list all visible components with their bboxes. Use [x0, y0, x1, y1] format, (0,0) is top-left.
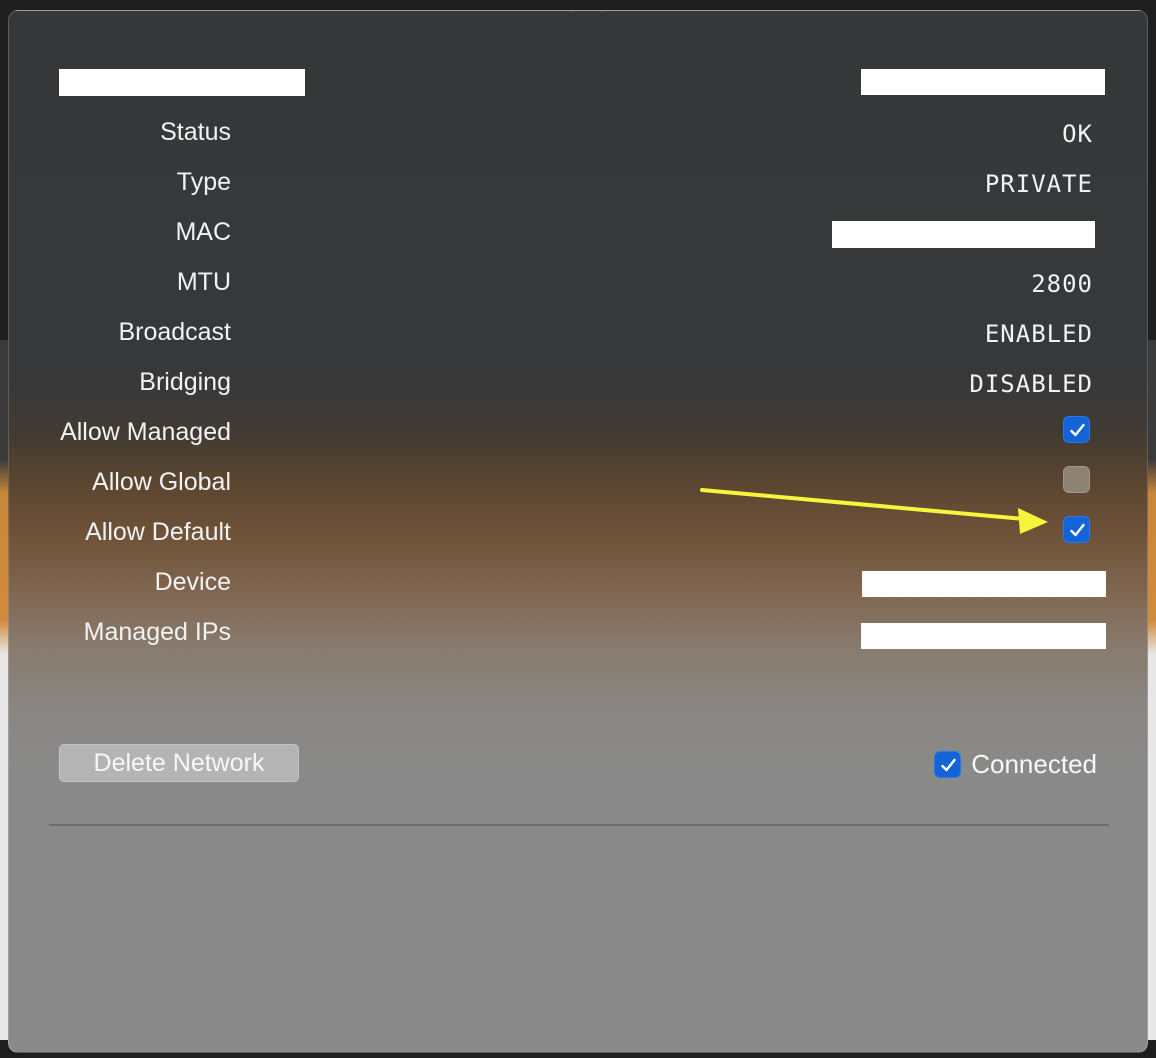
label-bridging: Bridging [139, 368, 231, 396]
allow-managed-checkbox[interactable] [1063, 416, 1090, 443]
connected-checkbox[interactable] [934, 750, 962, 778]
checkmark-icon [1070, 423, 1085, 437]
value-mtu: 2800 [1031, 270, 1093, 298]
connected-label: Connected [971, 749, 1097, 779]
label-status: Status [160, 118, 231, 146]
label-type: Type [176, 168, 231, 196]
checkmark-icon [941, 758, 956, 771]
label-managed-ips: Managed IPs [83, 618, 231, 646]
label-allow-default: Allow Default [85, 518, 231, 546]
redacted-managed-ips [861, 623, 1106, 649]
checkmark-icon [1070, 523, 1085, 537]
allow-global-checkbox[interactable] [1063, 466, 1090, 493]
value-type: PRIVATE [984, 170, 1093, 198]
value-broadcast: ENABLED [984, 320, 1093, 348]
redacted-device-name [862, 571, 1106, 597]
allow-default-checkbox[interactable] [1063, 516, 1090, 543]
redacted-network-name [59, 69, 305, 96]
bottom-divider [49, 824, 1109, 826]
value-bridging: DISABLED [969, 370, 1093, 398]
label-allow-global: Allow Global [92, 468, 231, 496]
popover-pointer [569, 11, 605, 12]
delete-network-button[interactable]: Delete Network [59, 744, 299, 782]
redacted-mac-address [832, 221, 1095, 248]
value-status: OK [1062, 120, 1093, 148]
connected-toggle[interactable]: Connected [934, 749, 1097, 779]
label-broadcast: Broadcast [118, 318, 231, 346]
label-allow-managed: Allow Managed [60, 418, 231, 446]
label-mac: MAC [175, 218, 231, 246]
label-device: Device [154, 568, 231, 596]
redacted-network-id [861, 69, 1105, 95]
network-details-popover: Status Type MAC MTU Broadcast Bridging A… [8, 10, 1148, 1053]
label-mtu: MTU [176, 268, 231, 296]
